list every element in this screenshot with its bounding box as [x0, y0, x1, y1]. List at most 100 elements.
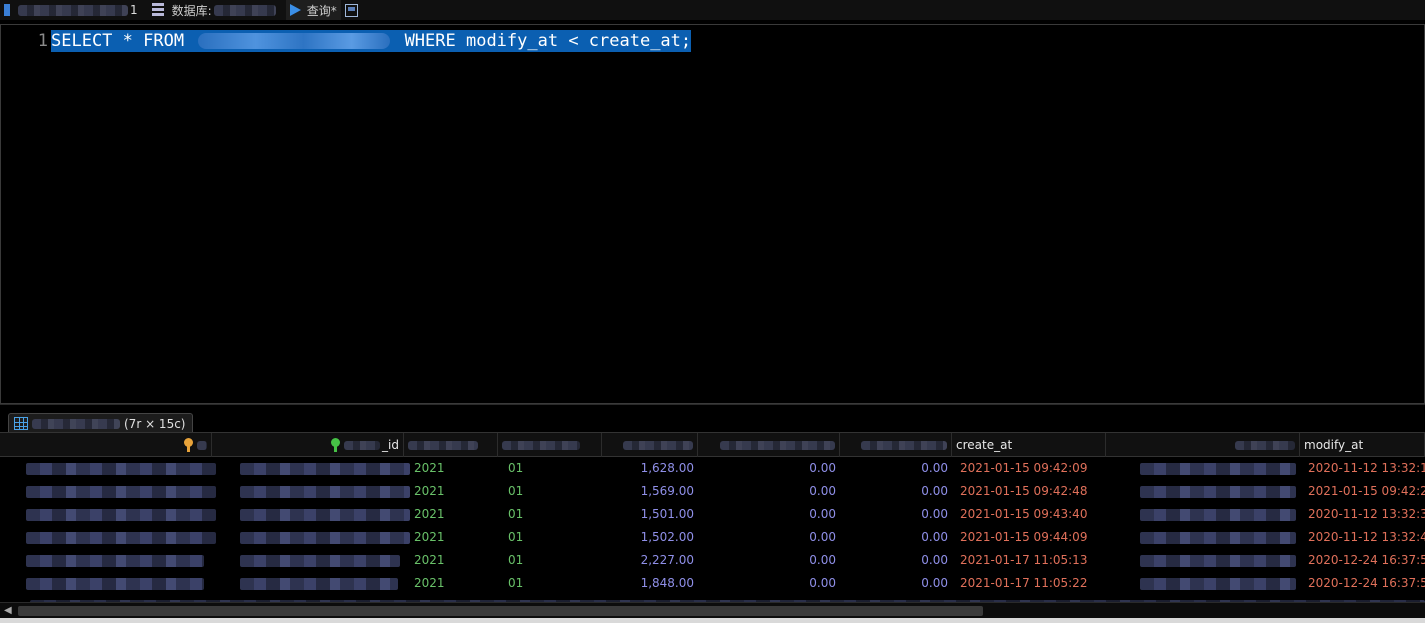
column-header-modify-at[interactable]: modify_at [1300, 433, 1425, 457]
redacted-id [26, 486, 216, 498]
horizontal-scrollbar[interactable]: ◀ [0, 602, 1425, 618]
sql-editor[interactable]: 1 SELECT * FROM WHERE modify_at < create… [0, 24, 1425, 404]
table-row[interactable] [0, 595, 1425, 602]
status-strip [0, 618, 1425, 623]
query-tab-label: 查询* [306, 3, 337, 18]
value-1-cell[interactable]: 0.00 [698, 480, 840, 503]
database-label: 数据库: [171, 3, 212, 18]
create-at-cell[interactable]: 2021-01-17 11:05:22 [956, 572, 1106, 595]
column-header-create-at[interactable]: create_at [952, 433, 1106, 457]
green-key-icon [331, 438, 341, 452]
month-cell[interactable]: 01 [504, 457, 602, 480]
redacted-user-id [240, 532, 410, 544]
value-2-cell[interactable]: 0.00 [840, 480, 952, 503]
connection-tab[interactable]: 1 [0, 0, 142, 20]
result-table-name-redacted [32, 418, 120, 429]
query-suffix: WHERE modify_at < create_at; [404, 31, 692, 51]
create-at-cell[interactable]: 2021-01-15 09:43:40 [956, 503, 1106, 526]
save-query-button[interactable] [341, 0, 362, 20]
database-icon [151, 3, 164, 17]
orange-key-icon [184, 438, 193, 452]
value-2-cell[interactable]: 0.00 [840, 457, 952, 480]
results-tab[interactable]: (7r × 15c) [8, 413, 193, 433]
modify-at-cell[interactable]: 2020-12-24 16:37:5 [1304, 549, 1425, 572]
redacted-cell [1140, 486, 1296, 498]
value-1-cell[interactable]: 0.00 [698, 549, 840, 572]
connection-icon [4, 4, 10, 16]
value-2-cell[interactable]: 0.00 [840, 503, 952, 526]
grid-header: _id create_at modify_at [0, 433, 1425, 457]
value-2-cell[interactable]: 0.00 [840, 526, 952, 549]
create-at-cell[interactable]: 2021-01-17 11:05:13 [956, 549, 1106, 572]
year-cell[interactable]: 2021 [410, 526, 498, 549]
redacted-id [26, 578, 204, 590]
modify-at-cell[interactable]: 2021-01-15 09:42:2 [1304, 480, 1425, 503]
column-header-amount[interactable] [602, 433, 698, 457]
year-cell[interactable]: 2021 [410, 572, 498, 595]
month-cell[interactable]: 01 [504, 549, 602, 572]
year-cell[interactable]: 2021 [410, 503, 498, 526]
table-row[interactable]: 2021 01 1,569.00 0.00 0.00 2021-01-15 09… [0, 480, 1425, 503]
save-icon [344, 3, 358, 17]
amount-cell[interactable]: 1,569.00 [602, 480, 698, 503]
month-cell[interactable]: 01 [504, 572, 602, 595]
redacted-cell [1140, 555, 1296, 567]
value-1-cell[interactable]: 0.00 [698, 457, 840, 480]
table-row[interactable]: 2021 01 2,227.00 0.00 0.00 2021-01-17 11… [0, 549, 1425, 572]
column-header-id[interactable] [0, 433, 212, 457]
connection-name-redacted [18, 4, 128, 16]
column-header-user-id[interactable]: _id [212, 433, 404, 457]
top-toolbar: 1 数据库: 查询* [0, 0, 1425, 20]
column-header-value-1[interactable] [698, 433, 840, 457]
create-at-cell[interactable]: 2021-01-15 09:44:09 [956, 526, 1106, 549]
column-header-month[interactable] [498, 433, 602, 457]
redacted-user-id [240, 555, 400, 567]
create-at-cell[interactable]: 2021-01-15 09:42:48 [956, 480, 1106, 503]
value-1-cell[interactable]: 0.00 [698, 572, 840, 595]
modify-at-cell[interactable]: 2020-11-12 13:32:1 [1304, 457, 1425, 480]
year-cell[interactable]: 2021 [410, 457, 498, 480]
redacted-id [26, 509, 216, 521]
column-header-modify-at-label: modify_at [1304, 438, 1364, 452]
value-2-cell[interactable]: 0.00 [840, 572, 952, 595]
scrollbar-thumb[interactable] [18, 606, 983, 616]
redacted-cell [1140, 463, 1296, 475]
table-name-redacted [198, 33, 391, 49]
amount-cell[interactable]: 2,227.00 [602, 549, 698, 572]
year-cell[interactable]: 2021 [410, 549, 498, 572]
selected-query-text[interactable]: SELECT * FROM WHERE modify_at < create_a… [51, 30, 692, 52]
column-header-create-at-label: create_at [956, 438, 1013, 452]
database-tab[interactable]: 数据库: [148, 0, 280, 20]
amount-cell[interactable]: 1,501.00 [602, 503, 698, 526]
column-header-value-2[interactable] [840, 433, 952, 457]
create-at-cell[interactable]: 2021-01-15 09:42:09 [956, 457, 1106, 480]
amount-cell[interactable]: 1,848.00 [602, 572, 698, 595]
modify-at-cell[interactable]: 2020-11-12 13:32:4 [1304, 526, 1425, 549]
table-row[interactable]: 2021 01 1,502.00 0.00 0.00 2021-01-15 09… [0, 526, 1425, 549]
redacted-id [26, 555, 204, 567]
column-header-redacted[interactable] [1106, 433, 1300, 457]
month-cell[interactable]: 01 [504, 480, 602, 503]
value-2-cell[interactable]: 0.00 [840, 549, 952, 572]
table-row[interactable]: 2021 01 1,501.00 0.00 0.00 2021-01-15 09… [0, 503, 1425, 526]
modify-at-cell[interactable]: 2020-11-12 13:32:3 [1304, 503, 1425, 526]
redacted-cell [1140, 532, 1296, 544]
year-cell[interactable]: 2021 [410, 480, 498, 503]
table-row[interactable]: 2021 01 1,848.00 0.00 0.00 2021-01-17 11… [0, 572, 1425, 595]
month-cell[interactable]: 01 [504, 503, 602, 526]
column-header-year[interactable] [404, 433, 498, 457]
redacted-cell [1140, 509, 1296, 521]
value-1-cell[interactable]: 0.00 [698, 503, 840, 526]
result-grid[interactable]: _id create_at modify_at 2021 01 1,628.00… [0, 432, 1425, 602]
amount-cell[interactable]: 1,628.00 [602, 457, 698, 480]
line-number: 1 [37, 31, 48, 51]
query-tab[interactable]: 查询* [285, 0, 341, 20]
modify-at-cell[interactable]: 2020-12-24 16:37:5 [1304, 572, 1425, 595]
month-cell[interactable]: 01 [504, 526, 602, 549]
amount-cell[interactable]: 1,502.00 [602, 526, 698, 549]
redacted-id [26, 463, 216, 475]
redacted-user-id [240, 463, 410, 475]
scroll-left-icon[interactable]: ◀ [4, 605, 12, 616]
value-1-cell[interactable]: 0.00 [698, 526, 840, 549]
table-row[interactable]: 2021 01 1,628.00 0.00 0.00 2021-01-15 09… [0, 457, 1425, 480]
